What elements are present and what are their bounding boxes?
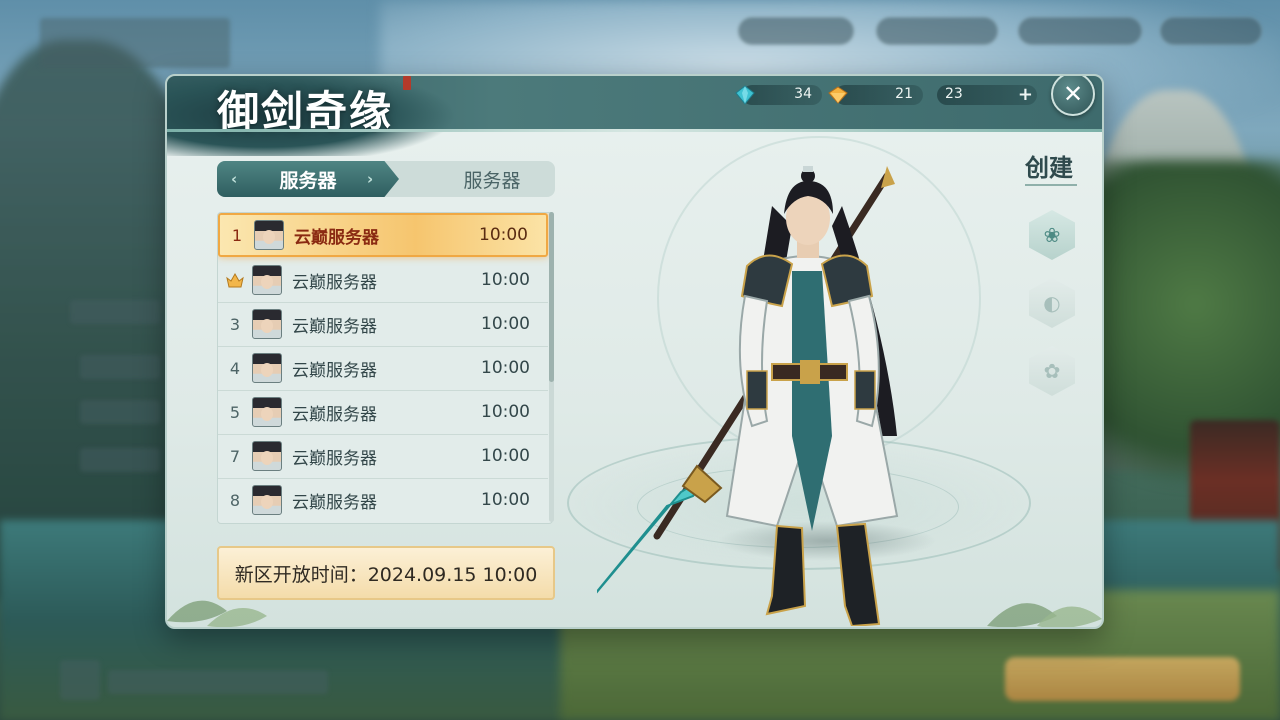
server-name: 云巅服务器	[292, 492, 377, 513]
server-time: 10:00	[479, 225, 528, 245]
hud-blur-item	[70, 300, 160, 324]
currency-stamina: 23 +	[937, 84, 1037, 105]
stamina-count: 23	[945, 86, 963, 102]
blue-gem-icon	[735, 85, 755, 105]
hud-blur-item	[80, 400, 160, 424]
server-time: 10:00	[481, 446, 530, 466]
close-button[interactable]: ✕	[1051, 76, 1095, 116]
server-row[interactable]: 4 云巅服务器 10:00	[218, 346, 548, 391]
server-time: 10:00	[481, 270, 530, 290]
close-icon: ✕	[1062, 80, 1084, 108]
server-list-scrollbar[interactable]	[549, 212, 554, 522]
hud-pill-4	[1160, 17, 1262, 45]
server-avatar	[252, 485, 282, 515]
chevron-right-icon[interactable]: ›	[367, 170, 373, 188]
server-select-dialog: 御剑奇缘 34 21 23 + ✕ ‹ 服务器 › 服务器 1 云巅服务器 10…	[165, 74, 1104, 629]
seal-mark	[403, 76, 411, 90]
hud-blur-block	[40, 18, 230, 68]
server-index: 1	[231, 225, 243, 245]
server-name: 云巅服务器	[292, 360, 377, 381]
chevron-left-icon[interactable]: ‹	[231, 170, 237, 188]
tab-server-active[interactable]: ‹ 服务器 ›	[217, 161, 399, 197]
server-row[interactable]: 1 云巅服务器 10:00	[218, 213, 548, 257]
server-name: 云巅服务器	[292, 316, 377, 337]
create-underline	[1025, 184, 1077, 186]
server-index: 7	[229, 446, 241, 466]
server-avatar	[252, 353, 282, 383]
dialog-header: 御剑奇缘 34 21 23 + ✕	[167, 76, 1102, 156]
server-index: 5	[229, 402, 241, 422]
server-avatar	[252, 265, 282, 295]
server-avatar	[252, 309, 282, 339]
scrollbar-thumb[interactable]	[549, 212, 554, 382]
server-time: 10:00	[481, 490, 530, 510]
gold-count: 21	[895, 86, 913, 102]
tab-server-inactive[interactable]: 服务器	[442, 161, 542, 197]
hud-blur-item	[80, 355, 160, 379]
hud-pill-3	[1018, 17, 1142, 45]
character-preview	[567, 136, 1037, 626]
leaf-decoration-left	[167, 600, 267, 627]
server-row[interactable]: 7 云巅服务器 10:00	[218, 434, 548, 479]
server-name: 云巅服务器	[292, 448, 377, 469]
server-avatar	[252, 397, 282, 427]
hud-blur-item	[80, 448, 160, 472]
server-time: 10:00	[481, 358, 530, 378]
server-time: 10:00	[481, 314, 530, 334]
server-time: 10:00	[481, 402, 530, 422]
plus-icon[interactable]: +	[1018, 84, 1033, 105]
server-name: 云巅服务器	[292, 404, 377, 425]
server-tabs: ‹ 服务器 › 服务器	[217, 161, 555, 197]
server-row[interactable]: 8 云巅服务器 10:00	[218, 478, 548, 522]
hud-pill-2	[876, 17, 998, 45]
server-index: 3	[229, 314, 241, 334]
leaf-decoration-right	[987, 603, 1102, 627]
currency-gold: 21	[828, 85, 923, 105]
blurred-action-button	[1005, 657, 1240, 701]
crown-icon	[218, 272, 252, 288]
hud-blur-item	[108, 670, 328, 694]
server-row[interactable]: 云巅服务器 10:00	[218, 258, 548, 303]
gold-gem-icon	[828, 86, 848, 104]
hud-pill-1	[738, 17, 854, 45]
swordsman-character	[597, 166, 899, 626]
server-index: 4	[229, 358, 241, 378]
server-index: 8	[229, 490, 241, 510]
server-avatar	[254, 220, 284, 250]
server-avatar	[252, 441, 282, 471]
server-name: 云巅服务器	[294, 227, 379, 248]
gem-count: 34	[794, 86, 812, 102]
server-row[interactable]: 5 云巅服务器 10:00	[218, 390, 548, 435]
create-label: 创建	[1025, 154, 1073, 182]
tab-label: 服务器	[279, 169, 337, 192]
server-list: 1 云巅服务器 10:00 云巅服务器 10:00 3 云巅服务器 10:00 …	[217, 212, 553, 524]
hud-blur-icon	[60, 660, 100, 700]
server-row[interactable]: 3 云巅服务器 10:00	[218, 302, 548, 347]
currency-gems: 34	[735, 85, 822, 105]
server-name: 云巅服务器	[292, 272, 377, 293]
game-title: 御剑奇缘	[217, 87, 394, 136]
